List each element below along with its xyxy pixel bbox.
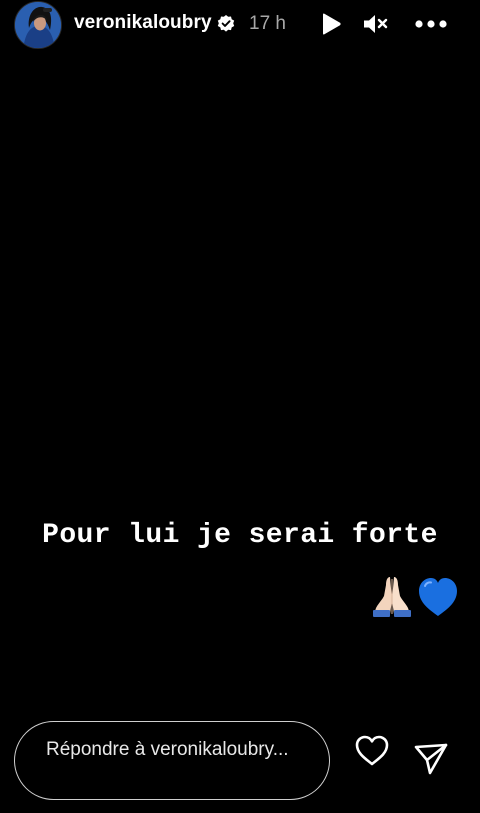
more-options-button[interactable] — [412, 10, 450, 38]
verified-badge-icon — [216, 14, 236, 34]
reply-placeholder: Répondre à veronikaloubry... — [46, 739, 289, 760]
play-button[interactable] — [315, 10, 347, 38]
play-icon — [323, 13, 341, 35]
story-timestamp: 17 h — [249, 13, 286, 34]
paper-plane-icon — [414, 743, 448, 775]
more-horizontal-icon — [415, 20, 447, 28]
reply-input[interactable]: Répondre à veronikaloubry... — [14, 721, 330, 800]
like-button[interactable] — [354, 734, 390, 768]
story-header: veronikaloubry 17 h — [0, 0, 480, 50]
story-caption: Pour lui je serai forte — [42, 520, 438, 551]
avatar[interactable] — [14, 1, 62, 49]
folded-hands-emoji — [373, 577, 411, 617]
username[interactable]: veronikaloubry — [74, 12, 212, 34]
avatar-image — [15, 2, 61, 48]
blue-heart-emoji — [419, 578, 457, 616]
story-emojis — [372, 574, 462, 618]
muted-speaker-icon — [364, 15, 388, 33]
heart-outline-icon — [355, 735, 389, 766]
mute-button[interactable] — [360, 10, 392, 38]
send-button[interactable] — [413, 741, 449, 777]
